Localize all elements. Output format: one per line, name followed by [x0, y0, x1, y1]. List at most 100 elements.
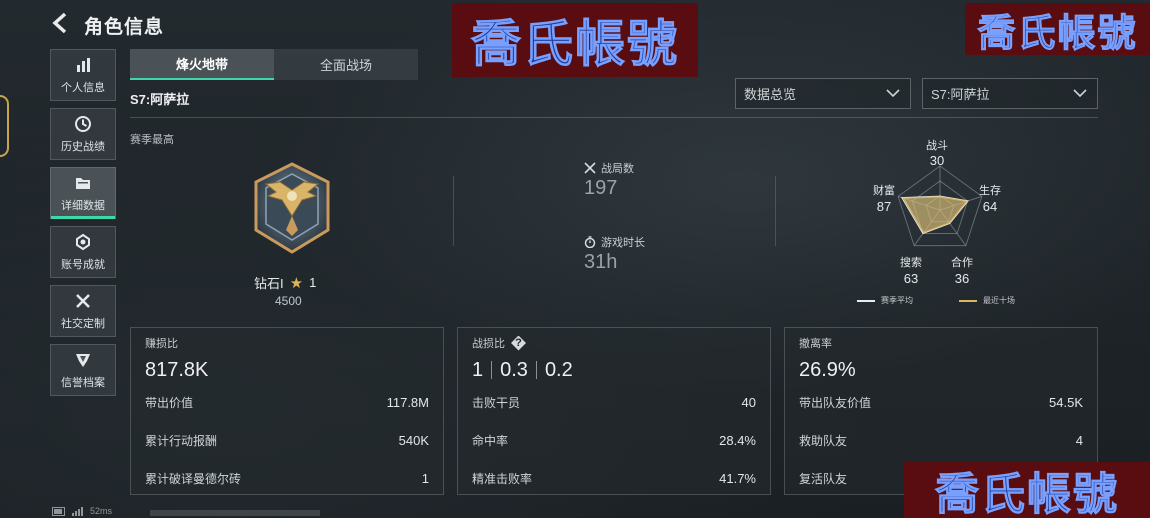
playtime-label-text: 游戏时长	[601, 237, 645, 249]
ratio-value: 0.3	[500, 358, 528, 381]
chevron-down-icon	[1073, 89, 1087, 98]
season-title: S7:阿萨拉	[130, 92, 190, 107]
rank-points: 4500	[275, 294, 302, 308]
kd-ratio-values: 1 0.3 0.2	[472, 357, 756, 383]
row-label: 复活队友	[799, 472, 848, 486]
legend-swatch	[857, 299, 875, 302]
season-select[interactable]: S7:阿萨拉	[922, 78, 1098, 109]
stopwatch-icon	[584, 236, 596, 248]
sidebar: 个人信息 历史战绩 详细数据 账号成就 社交定制 信誉档案	[50, 49, 116, 403]
row-value: 28.4%	[719, 433, 756, 448]
sidebar-item-label: 详细数据	[61, 199, 105, 212]
card-title: 战损比	[472, 338, 505, 350]
combat-card: 战损比 ? 1 0.3 0.2 击败干员 40 命中率 28.4% 精准击败率 41.…	[457, 327, 771, 495]
row-value: 54.5K	[1049, 395, 1083, 410]
star-icon: ★	[289, 274, 304, 292]
sidebar-item-label: 历史战绩	[61, 140, 105, 153]
radar-axis-value: 36	[954, 271, 970, 286]
radar-chart: 战斗 30 生存 64 合作 36 搜索 63 财富 87	[850, 135, 1030, 305]
sidebar-item-label: 信誉档案	[61, 376, 105, 389]
card-title: 赚损比	[145, 338, 178, 350]
bar-chart-icon	[77, 57, 90, 72]
sidebar-item-label: 账号成就	[61, 258, 105, 271]
watermark: 喬氏帳號	[904, 462, 1150, 518]
legend-label: 赛季平均	[881, 296, 913, 305]
divider	[453, 176, 454, 246]
divider	[491, 361, 493, 379]
table-row: 累计行动报酬 540K	[145, 421, 429, 459]
sidebar-item-social[interactable]: 社交定制	[50, 285, 116, 337]
ping-value: 52ms	[90, 506, 113, 516]
divider	[535, 361, 537, 379]
legend-label: 最近十场	[983, 296, 1015, 305]
rank-tier: 钻石I	[254, 276, 284, 291]
folder-icon	[76, 177, 90, 189]
battery-icon	[52, 506, 65, 516]
legend-recent-ten: 最近十场	[959, 295, 1015, 306]
profit-card: 赚损比 817.8K 带出价值 117.8M 累计行动报酬 540K 累计破译曼德尔…	[130, 327, 444, 495]
sidebar-item-detailed-data[interactable]: 详细数据	[50, 167, 116, 219]
radar-axis-value: 30	[929, 153, 945, 168]
table-row: 带出价值 117.8M	[145, 383, 429, 421]
radar-axis-label: 搜索	[900, 257, 922, 269]
sidebar-item-label: 个人信息	[61, 81, 105, 94]
matches-label-text: 战局数	[601, 163, 634, 175]
tab-full-battlefield[interactable]: 全面战场	[274, 49, 418, 80]
radar-axis-value: 87	[876, 199, 892, 214]
rank-stars: 1	[309, 275, 317, 290]
history-icon	[75, 115, 91, 132]
row-value: 41.7%	[719, 471, 756, 486]
playtime-value: 31h	[584, 251, 618, 273]
row-label: 带出价值	[145, 396, 194, 410]
status-progress	[150, 510, 320, 516]
sidebar-item-credit[interactable]: 信誉档案	[50, 344, 116, 396]
chevron-down-icon	[886, 89, 900, 98]
left-edge-tab[interactable]	[0, 95, 9, 157]
table-row: 精准击败率 41.7%	[472, 459, 756, 497]
radar-axis-value: 64	[982, 199, 998, 214]
row-label: 救助队友	[799, 434, 848, 448]
table-row: 击败干员 40	[472, 383, 756, 421]
row-label: 击败干员	[472, 396, 521, 410]
sidebar-item-label: 社交定制	[61, 317, 105, 330]
row-value: 540K	[398, 433, 429, 448]
rank-emblem-icon	[254, 162, 330, 254]
legend-season-average: 赛季平均	[857, 295, 913, 306]
crossed-swords-icon	[584, 162, 596, 174]
sidebar-item-history[interactable]: 历史战绩	[50, 108, 116, 160]
rank-name: 钻石I ★ 1	[254, 273, 316, 292]
row-label: 带出队友价值	[799, 396, 872, 410]
extract-rate-value: 26.9%	[799, 358, 856, 381]
card-title: 撤离率	[799, 338, 832, 350]
ratio-value: 0.2	[544, 358, 573, 381]
tab-hazard-zone[interactable]: 烽火地带	[130, 49, 274, 80]
row-label: 累计破译曼德尔砖	[145, 472, 242, 486]
sidebar-item-personal-info[interactable]: 个人信息	[50, 49, 116, 101]
table-row: 累计破译曼德尔砖 1	[145, 459, 429, 497]
watermark: 喬氏帳號	[965, 3, 1150, 55]
table-row: 带出队友价值 54.5K	[799, 383, 1083, 421]
mode-tabs: 烽火地带 全面战场	[130, 49, 418, 80]
help-icon[interactable]: ?	[511, 335, 526, 351]
page-title: 角色信息	[84, 17, 165, 38]
shield-badge-icon	[76, 353, 90, 367]
matches-label: 战局数	[584, 160, 634, 176]
playtime-label: 游戏时长	[584, 234, 645, 250]
card-title-row: 战损比 ?	[472, 335, 756, 351]
divider	[775, 176, 776, 246]
table-row: 命中率 28.4%	[472, 421, 756, 459]
season-select-value: S7:阿萨拉	[931, 87, 990, 102]
back-arrow-icon[interactable]	[50, 12, 72, 34]
row-value: 1	[421, 471, 429, 486]
season-best-label: 赛季最高	[130, 134, 174, 146]
radar-axis-value: 63	[903, 271, 919, 286]
ratio-value: 1	[472, 358, 484, 381]
row-value: 4	[1075, 433, 1083, 448]
view-select[interactable]: 数据总览	[735, 78, 911, 109]
row-value: 117.8M	[386, 395, 429, 410]
sidebar-item-achievements[interactable]: 账号成就	[50, 226, 116, 278]
radar-axis-label: 战斗	[926, 140, 948, 152]
row-label: 精准击败率	[472, 472, 533, 486]
profit-ratio-value: 817.8K	[145, 358, 209, 381]
watermark: 喬氏帳號	[452, 3, 698, 77]
